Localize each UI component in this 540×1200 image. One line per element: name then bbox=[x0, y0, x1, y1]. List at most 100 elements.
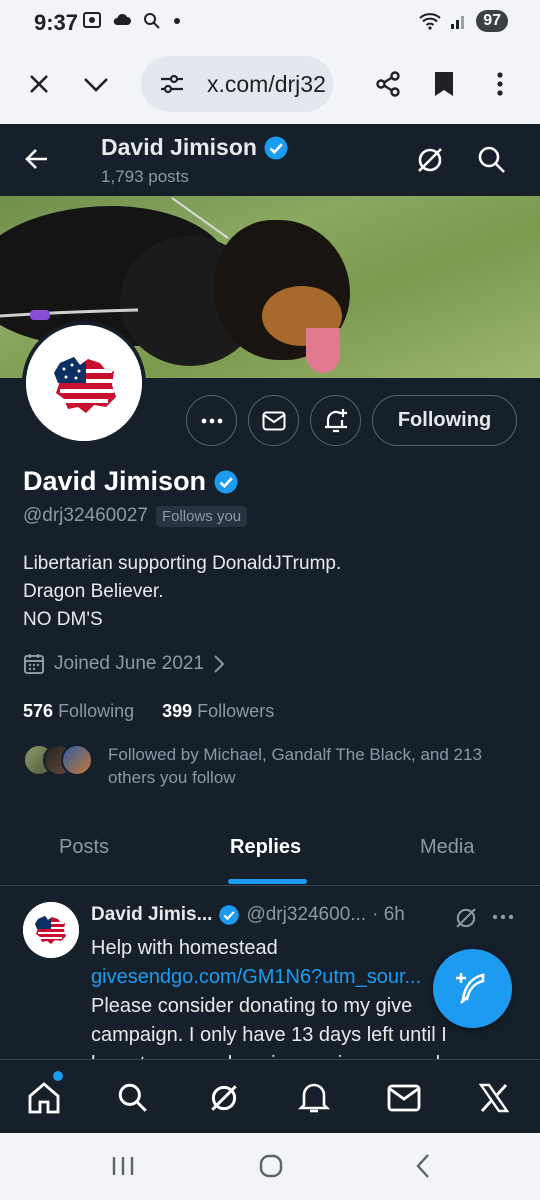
profile-avatar[interactable] bbox=[22, 321, 146, 445]
chevron-right-icon bbox=[214, 655, 225, 673]
following-button[interactable]: Following bbox=[372, 395, 517, 446]
tweet-time: · 6h bbox=[372, 904, 405, 925]
tweet-author-name[interactable]: David Jimis... bbox=[91, 904, 212, 926]
more-vertical-icon bbox=[497, 72, 503, 96]
cloud-icon bbox=[113, 13, 131, 25]
notify-button[interactable] bbox=[310, 395, 361, 446]
address-bar[interactable]: x.com/drj32 bbox=[141, 56, 333, 112]
more-horizontal-icon bbox=[201, 418, 222, 423]
nav-grok[interactable] bbox=[204, 1078, 244, 1118]
bell-icon bbox=[298, 1083, 330, 1113]
minimize-button[interactable] bbox=[76, 64, 116, 104]
followed-by-avatars[interactable] bbox=[23, 742, 95, 778]
nav-notifications[interactable] bbox=[294, 1078, 334, 1118]
nav-search[interactable] bbox=[113, 1078, 153, 1118]
share-button[interactable] bbox=[368, 64, 408, 104]
back-system-button[interactable] bbox=[414, 1153, 432, 1184]
close-tab-button[interactable] bbox=[19, 64, 59, 104]
message-button[interactable] bbox=[248, 395, 299, 446]
tweet-header: David Jimis... @drj324600... · 6h bbox=[91, 904, 405, 926]
grok-icon bbox=[418, 148, 442, 172]
header-post-count: 1,793 posts bbox=[101, 167, 189, 186]
american-flag-map-icon bbox=[26, 325, 142, 441]
active-tab-indicator bbox=[228, 879, 307, 884]
url-text: x.com/drj32 bbox=[207, 71, 326, 97]
search-button[interactable] bbox=[476, 144, 508, 181]
status-right: 97 bbox=[418, 10, 508, 32]
more-options-button[interactable] bbox=[186, 395, 237, 446]
bio-line: Libertarian supporting DonaldJTrump. bbox=[23, 553, 342, 574]
verified-badge-icon bbox=[214, 470, 238, 493]
followers-stat[interactable]: 399 Followers bbox=[162, 701, 274, 722]
recents-icon bbox=[112, 1157, 134, 1175]
tweet-more-button[interactable] bbox=[492, 907, 514, 925]
grok-button[interactable] bbox=[414, 144, 446, 181]
joined-text: Joined June 2021 bbox=[54, 653, 205, 674]
nav-x-premium[interactable] bbox=[474, 1078, 514, 1118]
close-icon bbox=[30, 75, 48, 93]
handle-row: @drj32460027 Follows you bbox=[23, 505, 248, 527]
search-icon bbox=[118, 1083, 147, 1112]
followed-by-text[interactable]: Followed by Michael, Gandalf The Black, … bbox=[108, 743, 528, 789]
tab-posts[interactable]: Posts bbox=[59, 836, 109, 859]
browser-menu-button[interactable] bbox=[480, 64, 520, 104]
battery-indicator: 97 bbox=[476, 10, 508, 32]
status-bar: 9:37 97 bbox=[0, 0, 540, 44]
tweet-author-handle[interactable]: @drj324600... bbox=[246, 904, 366, 926]
back-button[interactable] bbox=[20, 142, 54, 181]
more-horizontal-icon bbox=[492, 914, 514, 920]
bookmark-icon bbox=[435, 72, 453, 96]
bio-line: Dragon Believer. bbox=[23, 581, 164, 602]
compose-button[interactable] bbox=[433, 949, 512, 1028]
home-icon bbox=[28, 1082, 60, 1114]
bio-line: NO DM'S bbox=[23, 609, 103, 630]
home-circle-icon bbox=[259, 1154, 283, 1178]
american-flag-map-icon bbox=[23, 902, 79, 958]
header-name-text: David Jimison bbox=[101, 134, 257, 160]
signal-icon bbox=[451, 16, 465, 29]
browser-toolbar: x.com/drj32 bbox=[0, 44, 540, 124]
tab-replies[interactable]: Replies bbox=[230, 836, 301, 859]
bell-plus-icon bbox=[324, 408, 347, 432]
follows-you-badge: Follows you bbox=[155, 505, 248, 527]
x-logo-icon bbox=[478, 1083, 510, 1113]
banner-string bbox=[171, 197, 229, 239]
calendar-icon bbox=[24, 654, 44, 674]
verified-badge-icon bbox=[219, 905, 240, 925]
nav-messages[interactable] bbox=[384, 1078, 424, 1118]
joined-date[interactable]: Joined June 2021 bbox=[23, 653, 225, 675]
arrow-left-icon bbox=[25, 149, 47, 169]
nav-home[interactable] bbox=[24, 1078, 64, 1118]
search-icon bbox=[478, 146, 505, 173]
system-nav-bar bbox=[0, 1133, 540, 1200]
grok-icon bbox=[211, 1085, 237, 1111]
following-count: 576 bbox=[23, 701, 54, 721]
chevron-left-icon bbox=[416, 1154, 429, 1178]
grok-icon bbox=[456, 908, 476, 928]
tweet-line: campaign. I only have 13 days left until… bbox=[91, 1024, 447, 1046]
site-settings-icon bbox=[161, 74, 183, 94]
following-stat[interactable]: 576 Following bbox=[23, 701, 134, 722]
tweet-grok-button[interactable] bbox=[453, 905, 479, 936]
bookmark-button[interactable] bbox=[424, 64, 464, 104]
tweet-avatar[interactable] bbox=[23, 902, 79, 958]
chevron-down-icon bbox=[84, 78, 108, 92]
avatar bbox=[61, 744, 93, 776]
tab-media[interactable]: Media bbox=[420, 836, 474, 859]
verified-badge-icon bbox=[264, 136, 288, 159]
home-system-button[interactable] bbox=[259, 1153, 283, 1184]
profile-name-text: David Jimison bbox=[23, 466, 207, 496]
wifi-icon bbox=[419, 13, 441, 30]
banner-dog-tongue bbox=[306, 328, 340, 373]
followers-label: Followers bbox=[197, 701, 275, 721]
dot-icon bbox=[174, 18, 180, 24]
recents-button[interactable] bbox=[111, 1155, 135, 1182]
profile-top-nav: David Jimison 1,793 posts bbox=[0, 124, 540, 196]
mail-icon bbox=[387, 1084, 421, 1112]
mail-icon bbox=[262, 411, 285, 430]
header-name: David Jimison bbox=[101, 134, 289, 161]
home-notification-dot bbox=[53, 1071, 63, 1081]
status-notification-icons bbox=[82, 10, 182, 30]
bottom-nav bbox=[0, 1059, 540, 1133]
following-label: Following bbox=[58, 701, 135, 721]
